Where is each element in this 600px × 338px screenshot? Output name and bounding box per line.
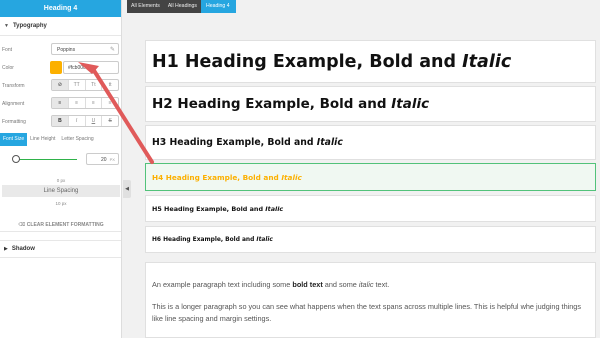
italic-button[interactable]: I [69, 116, 86, 126]
paragraph-preview[interactable]: An example paragraph text including some… [145, 262, 596, 338]
align-center-button[interactable]: ≡ [69, 98, 86, 108]
eraser-icon: ⌫ [18, 222, 26, 228]
heading-3-text: H3 Heading Example, Bold and [152, 137, 314, 148]
heading-1-italic: Italic [462, 51, 512, 72]
transform-capitalize-button[interactable]: Tt [86, 80, 103, 90]
font-size-unit: PX [109, 157, 115, 162]
tab-letter-spacing[interactable]: Letter Spacing [58, 133, 96, 146]
line-spacing-top: 0 px [56, 178, 66, 183]
transform-row: Transform ⊘ TT Tt tt [0, 79, 121, 93]
shadow-label: Shadow [11, 246, 35, 252]
transform-none-button[interactable]: ⊘ [52, 80, 69, 90]
color-swatch[interactable] [50, 61, 62, 74]
typography-panel: Heading 4 ▼ Typography Font Poppins ✎ Co… [0, 0, 122, 338]
font-size-slider-handle[interactable] [12, 155, 21, 163]
caret-right-icon: ▶ [4, 246, 8, 252]
align-right-button[interactable]: ≡ [86, 98, 103, 108]
heading-5-preview[interactable]: H5 Heading Example, Bold and Italic [145, 195, 596, 222]
align-justify-button[interactable]: ≡ [102, 98, 118, 108]
color-label: Color [2, 65, 14, 71]
breadcrumb-heading-4[interactable]: Heading 4 [200, 0, 236, 13]
clear-formatting-button[interactable]: ⌫ CLEAR ELEMENT FORMATTING [0, 218, 121, 232]
size-tabs: Font Size Line Height Letter Spacing [0, 133, 121, 146]
heading-1-text: H1 Heading Example, Bold and [152, 51, 457, 72]
paragraph-1-bold: bold text [292, 280, 323, 289]
heading-6-preview[interactable]: H6 Heading Example, Bold and Italic [145, 226, 596, 253]
align-left-button[interactable]: ≡ [52, 98, 69, 108]
color-value: #fcb000 [68, 65, 86, 71]
clear-formatting-label: CLEAR ELEMENT FORMATTING [26, 222, 104, 228]
heading-1-preview[interactable]: H1 Heading Example, Bold and Italic [145, 40, 596, 83]
collapse-panel-button[interactable]: ◀ [123, 180, 131, 198]
font-size-input[interactable]: 20 PX [86, 153, 119, 165]
paragraph-1-text-c: text. [373, 280, 390, 289]
font-row: Font Poppins ✎ [0, 43, 121, 57]
heading-4-preview[interactable]: H4 Heading Example, Bold and Italic [145, 163, 596, 191]
transform-label: Transform [2, 83, 25, 89]
breadcrumb-all-elements[interactable]: All Elements [127, 0, 164, 13]
color-row: Color #fcb000 [0, 61, 121, 75]
transform-uppercase-button[interactable]: TT [69, 80, 86, 90]
panel-title: Heading 4 [0, 0, 121, 17]
typography-label: Typography [12, 23, 47, 29]
font-size-slider-track[interactable] [13, 159, 77, 160]
heading-4-italic: Italic [281, 172, 302, 182]
line-spacing-label: Line Spacing [2, 185, 120, 197]
font-size-value: 20 [101, 157, 107, 163]
paragraph-1-text-b: and some [322, 280, 359, 289]
heading-6-text: H6 Heading Example, Bold and [152, 236, 255, 243]
alignment-row: Alignment ≡ ≡ ≡ ≡ [0, 97, 121, 111]
transform-lowercase-button[interactable]: tt [102, 80, 118, 90]
heading-2-preview[interactable]: H2 Heading Example, Bold and Italic [145, 86, 596, 122]
formatting-row: Formatting B I U S [0, 115, 121, 129]
tab-font-size[interactable]: Font Size [0, 133, 28, 146]
color-field[interactable]: #fcb000 [63, 61, 119, 74]
typography-section-toggle[interactable]: ▼ Typography [0, 17, 121, 36]
heading-6-italic: Italic [256, 236, 273, 243]
font-field[interactable]: Poppins ✎ [51, 43, 119, 55]
heading-4-text: H4 Heading Example, Bold and [152, 172, 279, 182]
underline-button[interactable]: U [86, 116, 103, 126]
formatting-label: Formatting [2, 119, 26, 125]
paragraph-1: An example paragraph text including some… [152, 279, 587, 292]
heading-5-italic: Italic [265, 204, 284, 213]
heading-2-italic: Italic [391, 96, 430, 112]
font-value: Poppins [57, 47, 76, 53]
paragraph-1-text-a: An example paragraph text including some [152, 280, 293, 289]
heading-5-text: H5 Heading Example, Bold and [152, 204, 264, 213]
heading-3-italic: Italic [316, 137, 343, 148]
shadow-section-toggle[interactable]: ▶ Shadow [0, 240, 121, 258]
strikethrough-button[interactable]: S [102, 116, 118, 126]
alignment-label: Alignment [2, 101, 25, 107]
font-label: Font [2, 47, 13, 53]
breadcrumb-all-headings[interactable]: All Headings [163, 0, 201, 13]
pencil-icon[interactable]: ✎ [110, 46, 115, 53]
heading-3-preview[interactable]: H3 Heading Example, Bold and Italic [145, 125, 596, 160]
tab-line-height[interactable]: Line Height [27, 133, 58, 146]
line-spacing-bottom: 10 px [55, 201, 67, 206]
paragraph-1-italic: italic [358, 280, 374, 289]
paragraph-2: This is a longer paragraph so you can se… [152, 301, 582, 324]
bold-button[interactable]: B [52, 116, 69, 126]
transform-buttons: ⊘ TT Tt tt [51, 79, 119, 91]
caret-down-icon: ▼ [4, 23, 9, 29]
formatting-buttons: B I U S [51, 115, 119, 127]
breadcrumb: All Elements All Headings Heading 4 [127, 0, 236, 13]
heading-2-text: H2 Heading Example, Bold and [152, 96, 387, 112]
alignment-buttons: ≡ ≡ ≡ ≡ [51, 97, 119, 109]
